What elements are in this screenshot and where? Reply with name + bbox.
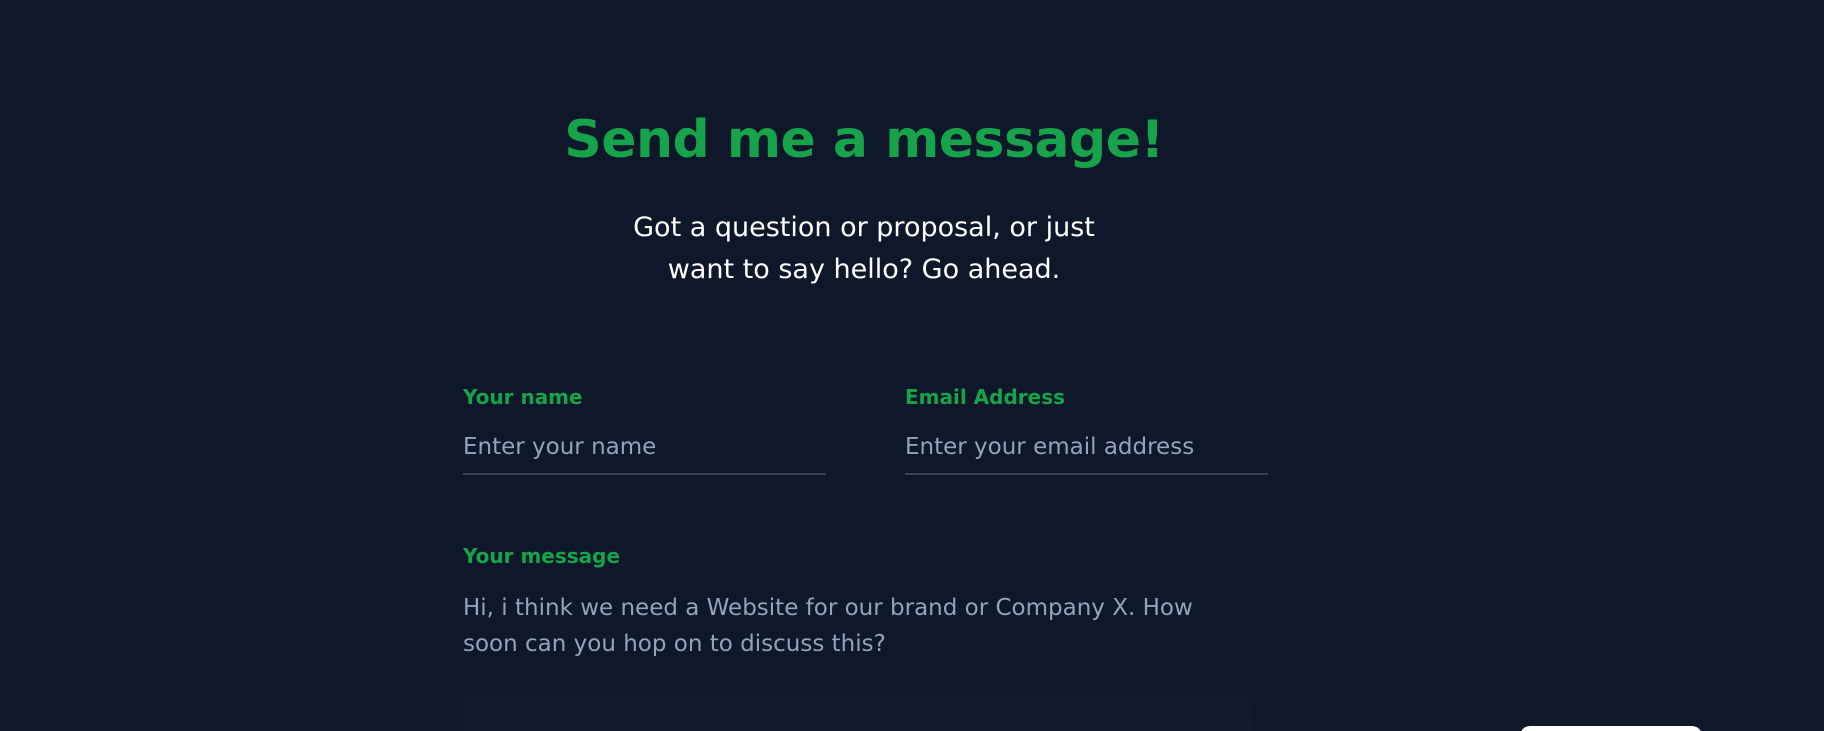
message-label: Your message — [463, 544, 621, 568]
message-textarea[interactable] — [463, 590, 1253, 731]
name-label: Your name — [463, 385, 583, 409]
name-input[interactable] — [463, 421, 826, 475]
page-title: Send me a message! — [564, 110, 1164, 170]
email-label: Email Address — [905, 385, 1066, 409]
email-input[interactable] — [905, 421, 1268, 475]
page-subtitle: Got a question or proposal, or just want… — [633, 212, 1095, 285]
send-message-button[interactable] — [1520, 726, 1702, 731]
